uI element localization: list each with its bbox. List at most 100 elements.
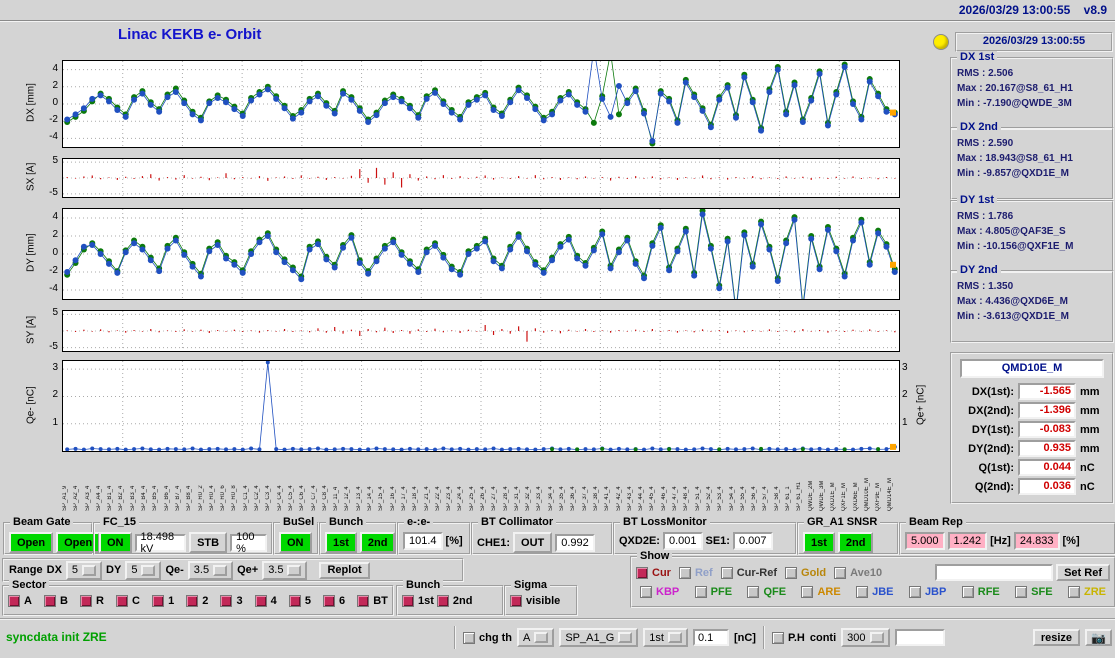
group-e-e: e-:e-101.4[%] [397,522,471,555]
status-message: syncdata init ZRE [6,630,107,644]
group-gr-a1-snsr: GR_A1 SNSR1st2nd [797,522,899,555]
sx-plot-area[interactable] [62,158,900,198]
show-rfe-checkbox[interactable]: RFE [962,586,1000,598]
titlebar: 2026/03/29 13:00:55 v8.9 [0,0,1115,21]
threshold-input[interactable] [693,629,729,646]
sy-plot-area[interactable] [62,310,900,352]
dy-plot-area[interactable] [62,208,900,300]
beam-rep--label: [%] [1063,535,1080,547]
bpm-label: SP_R0_6 [220,453,231,511]
y-tick: -2 [49,265,58,276]
busel-on-button[interactable]: ON [279,532,312,553]
show-are-checkbox[interactable]: ARE [801,586,840,598]
sector-6-checkbox[interactable]: 6 [323,595,345,607]
stat-line: Max : 4.436@QXD6E_M [952,294,1112,309]
aux-input[interactable] [895,629,945,646]
bpm-label: SP_33_4 [536,453,547,511]
group-sector: Sector ABRC123456BT [2,585,394,616]
rep-select[interactable]: 300 [841,628,889,647]
bunch-select[interactable]: 1st [643,628,688,647]
group-label: Beam Gate [10,516,73,529]
range-qe-select[interactable]: 3.5 [188,561,233,580]
resize-button[interactable]: resize [1033,629,1080,646]
show-cur-ref-checkbox-label: Cur-Ref [737,567,777,579]
monitor-row-label: Q(1st): [956,462,1014,474]
dx-plot-area[interactable] [62,60,900,148]
bunch-1st-checkbox[interactable]: 1st [402,595,434,607]
show-sfe-checkbox[interactable]: SFE [1015,586,1052,598]
show-ave10-checkbox[interactable]: Ave10 [834,567,882,579]
qe-yticks: 123 [40,360,60,450]
show-jbe-checkbox[interactable]: JBE [856,586,893,598]
group-fc-15: FC_15ON18.498 kVSTB100 % [93,522,273,555]
bunch-1st-checkbox-indicator [402,595,414,607]
bunch-1st-button[interactable]: 1st [325,532,357,553]
charge-plot-area[interactable] [62,360,900,452]
bunch-2nd-button[interactable]: 2nd [360,532,396,553]
sector-bt-checkbox[interactable]: BT [357,595,388,607]
show-jbp-checkbox[interactable]: JBP [909,586,946,598]
bpm-label: SP_48_4 [683,453,694,511]
show-kbp-checkbox[interactable]: KBP [640,586,679,598]
show-jbp-checkbox-label: JBP [925,586,946,598]
show-ref-checkbox-indicator [679,567,691,579]
sector-4-checkbox[interactable]: 4 [255,595,277,607]
bpm-label: SP_C4_4 [277,453,288,511]
fc-15-stb-button[interactable]: STB [189,532,227,553]
show-cur-checkbox[interactable]: Cur [636,567,671,579]
bunch-2nd-checkbox[interactable]: 2nd [437,595,473,607]
show-qfe-checkbox[interactable]: QFE [747,586,786,598]
conti-label: conti [810,632,836,644]
fc-15-on-button[interactable]: ON [99,532,132,553]
bunch-1st-checkbox-label: 1st [418,595,434,607]
y-tick: 0 [52,97,58,108]
beam-rep-5-000-field: 5.000 [905,532,945,550]
bt-collimator-out-button[interactable]: OUT [513,532,552,553]
sector-1-checkbox-indicator [152,595,164,607]
show-gold-checkbox-label: Gold [801,567,826,579]
bpm-label: SP_B2_4 [118,453,129,511]
sector-2-checkbox-label: 2 [202,595,208,607]
monitor-row: DY(2nd):0.935mm [952,439,1112,458]
show-ref-checkbox[interactable]: Ref [679,567,713,579]
show-zre-checkbox[interactable]: ZRE [1068,586,1106,598]
dropdown-arrow-icon [213,565,227,576]
sector-5-checkbox[interactable]: 5 [289,595,311,607]
sector-1-checkbox[interactable]: 1 [152,595,174,607]
monitor-row: DX(2nd):-1.396mm [952,401,1112,420]
chg-th-checkbox[interactable]: chg th [463,632,512,644]
ph-checkbox[interactable]: P.H [772,632,805,644]
beam-gate-open-button[interactable]: Open [9,532,53,553]
sector-2-checkbox[interactable]: 2 [186,595,208,607]
chg-th-label: chg th [479,632,512,644]
ref-file-input[interactable] [935,564,1053,581]
sector-b-checkbox[interactable]: B [44,595,68,607]
show-gold-checkbox[interactable]: Gold [785,567,826,579]
sector-r-checkbox[interactable]: R [80,595,104,607]
range-qe-select[interactable]: 3.5 [262,561,307,580]
bpm-label: SP_46_4 [661,453,672,511]
sector-3-checkbox[interactable]: 3 [220,595,242,607]
set-ref-button[interactable]: Set Ref [1056,564,1110,581]
gr-a1-snsr-2nd-button[interactable]: 2nd [838,532,874,553]
group-beam-gate: Beam GateOpenOpen [3,522,93,555]
sigma-visible-checkbox[interactable]: visible [510,595,560,607]
show-qfe-checkbox-indicator [747,586,759,598]
range-dy-select[interactable]: 5 [125,561,161,580]
show-cur-checkbox-indicator [636,567,648,579]
gr-a1-snsr-1st-button[interactable]: 1st [803,532,835,553]
bpm-label: SP_61_H1 [796,453,807,511]
stat-title: DX 2nd [957,121,1001,134]
sector-a-checkbox[interactable]: A [8,595,32,607]
status-groups-row: Beam GateOpenOpenFC_15ON18.498 kVSTB100 … [0,522,1115,556]
range-dx-select[interactable]: 5 [66,561,102,580]
camera-button[interactable]: 📷 [1085,629,1112,646]
show-pfe-checkbox[interactable]: PFE [695,586,732,598]
bpm-label: SP_C5_4 [288,453,299,511]
device-select[interactable]: SP_A1_G [559,628,638,647]
replot-button[interactable]: Replot [319,562,369,579]
show-cur-ref-checkbox[interactable]: Cur-Ref [721,567,777,579]
qe-minus-axis-label: Qe- [nC] [24,360,38,450]
sector-c-checkbox[interactable]: C [116,595,140,607]
mode-select[interactable]: A [517,628,554,647]
